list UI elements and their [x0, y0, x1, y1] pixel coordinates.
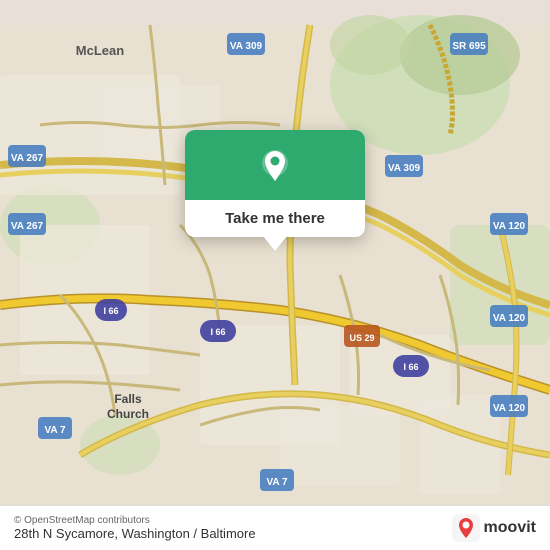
popup-tail — [263, 236, 287, 251]
copyright-text: © OpenStreetMap contributors — [14, 515, 256, 526]
svg-text:SR 695: SR 695 — [452, 41, 486, 52]
take-me-there-button[interactable]: Take me there — [185, 200, 365, 237]
map-container: VA 267 VA 267 VA 309 SR 695 VA 309 I 66 … — [0, 0, 550, 550]
svg-text:VA 120: VA 120 — [493, 221, 526, 232]
svg-text:I 66: I 66 — [210, 327, 225, 337]
svg-text:VA 309: VA 309 — [230, 41, 263, 52]
popup-green-section — [185, 130, 365, 200]
location-text: 28th N Sycamore, Washington / Baltimore — [14, 526, 256, 541]
svg-text:Falls: Falls — [114, 392, 142, 406]
svg-text:VA 7: VA 7 — [266, 477, 288, 488]
bottom-bar: © OpenStreetMap contributors 28th N Syca… — [0, 505, 550, 550]
svg-text:US 29: US 29 — [349, 333, 374, 343]
bottom-bar-left: © OpenStreetMap contributors 28th N Syca… — [14, 515, 256, 541]
svg-text:McLean: McLean — [76, 43, 124, 58]
svg-text:I 66: I 66 — [103, 306, 118, 316]
svg-text:VA 7: VA 7 — [44, 425, 66, 436]
svg-text:VA 309: VA 309 — [388, 163, 421, 174]
map-background: VA 267 VA 267 VA 309 SR 695 VA 309 I 66 … — [0, 0, 550, 550]
svg-text:VA 120: VA 120 — [493, 403, 526, 414]
moovit-label: moovit — [484, 519, 536, 537]
moovit-logo: moovit — [452, 514, 536, 542]
svg-text:VA 120: VA 120 — [493, 313, 526, 324]
svg-text:VA 267: VA 267 — [11, 153, 44, 164]
moovit-icon — [452, 514, 480, 542]
svg-text:VA 267: VA 267 — [11, 221, 44, 232]
popup-card: Take me there — [185, 130, 365, 237]
location-pin-icon — [256, 148, 294, 186]
svg-text:Church: Church — [107, 407, 149, 421]
svg-text:I 66: I 66 — [403, 362, 418, 372]
